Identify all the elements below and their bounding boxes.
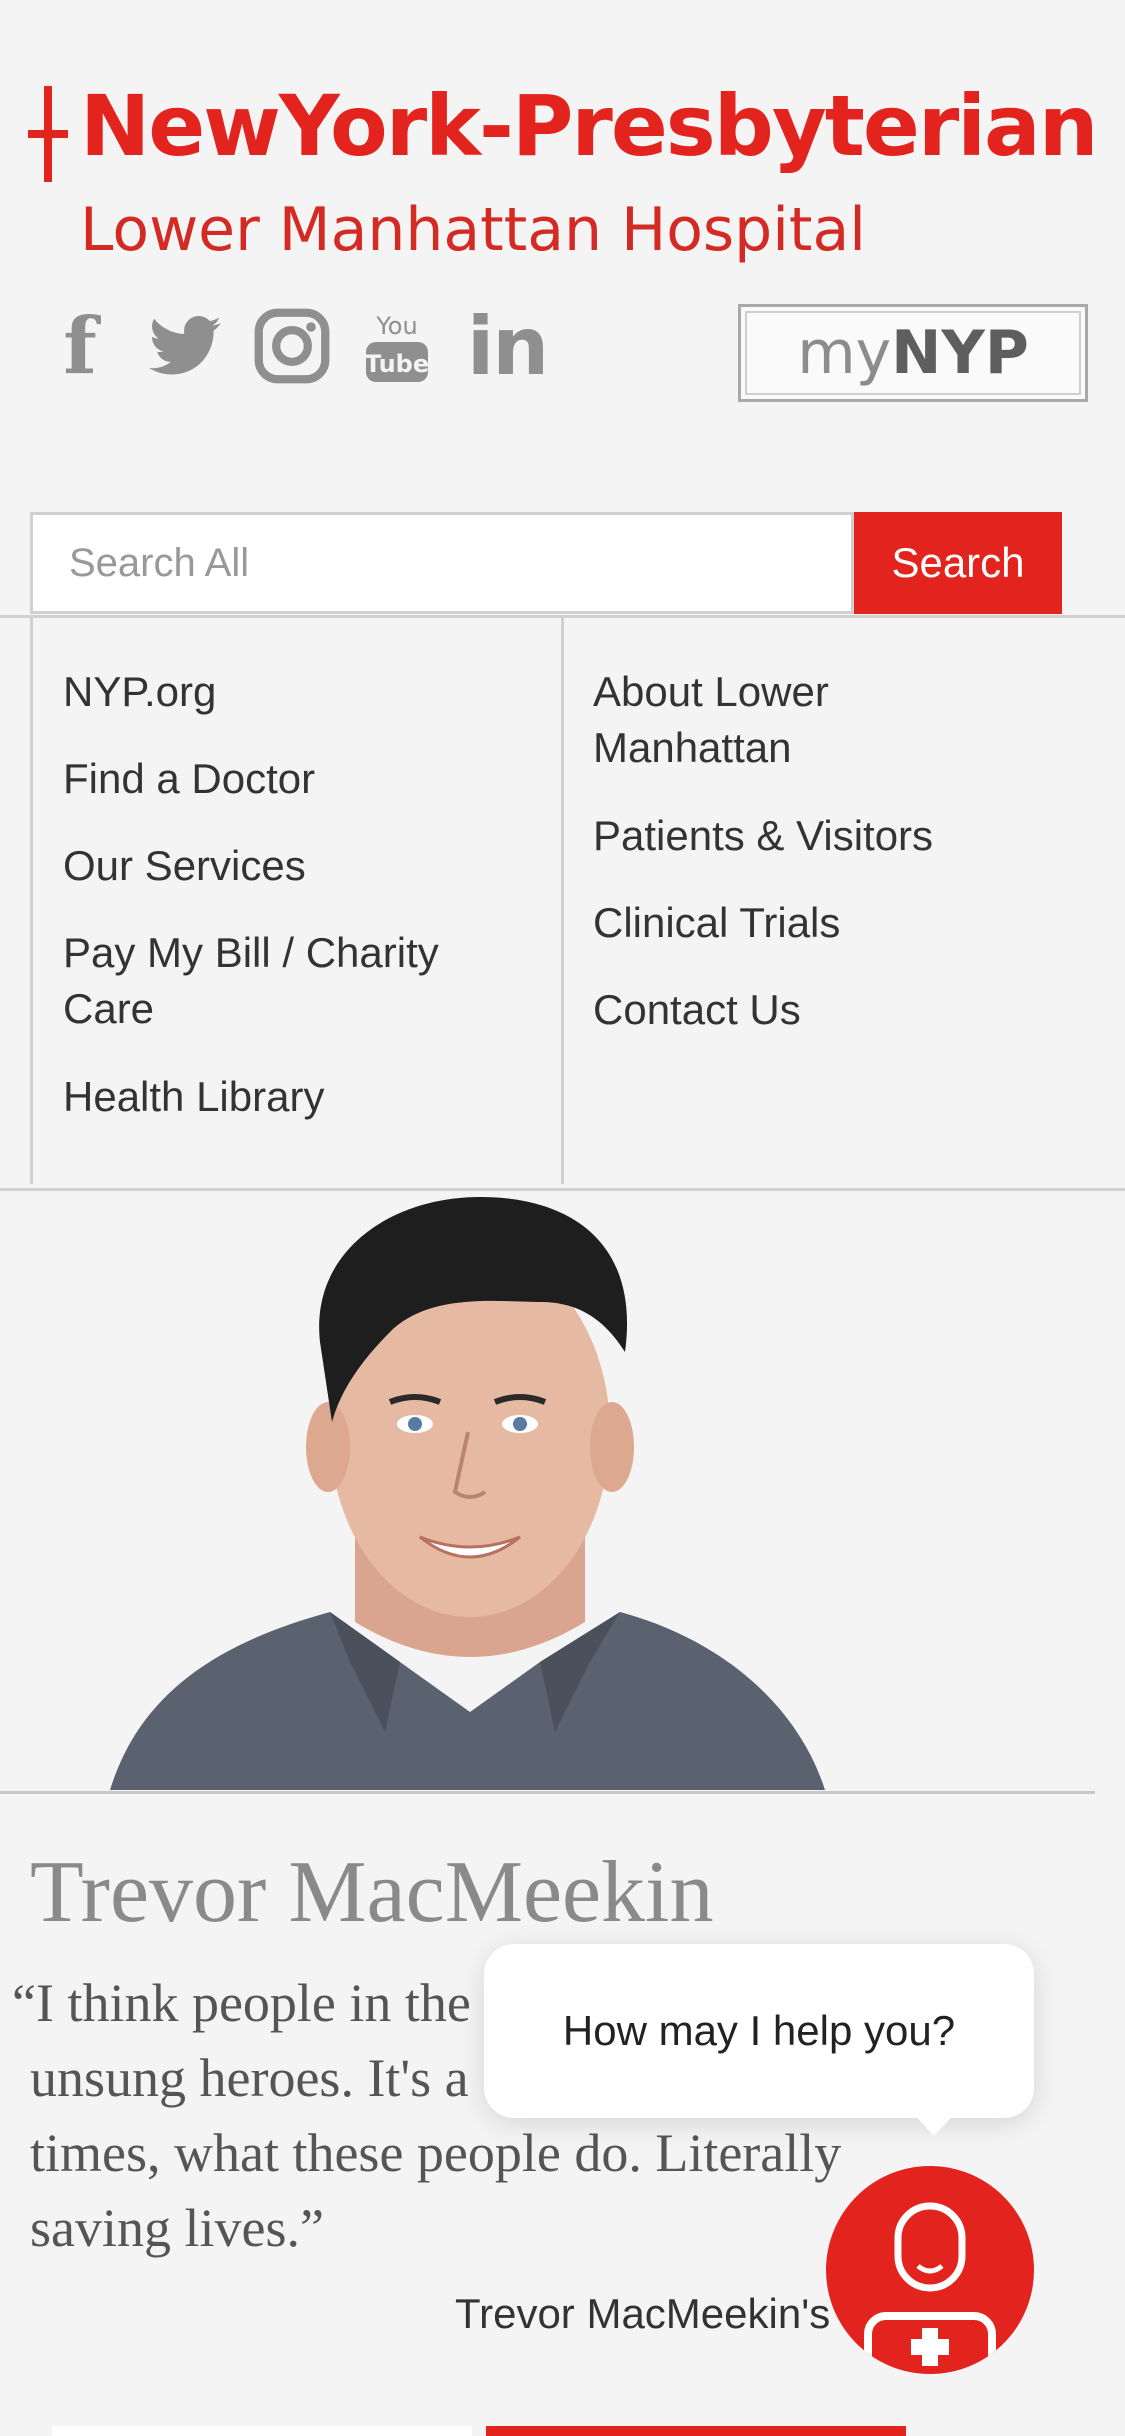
logo-title[interactable]: NewYork-Presbyterian: [80, 84, 1099, 168]
profile-photo: [100, 1192, 830, 1790]
nav-link-label: Manhattan: [593, 724, 792, 771]
search-button[interactable]: Search: [854, 512, 1062, 614]
chat-prompt-text: How may I help you?: [562, 2007, 956, 2054]
mynyp-nyp-text: NYP: [891, 318, 1029, 388]
nav-link-contact-us[interactable]: Contact Us: [593, 982, 801, 1038]
search-input[interactable]: [30, 512, 854, 614]
chat-assistant-button[interactable]: [826, 2166, 1034, 2374]
svg-text:Tube: Tube: [366, 350, 428, 378]
nav-link-nyp-org[interactable]: NYP.org: [63, 664, 216, 720]
story-caption[interactable]: Trevor MacMeekin's: [455, 2290, 830, 2338]
quote-line: saving lives.”: [30, 2198, 324, 2258]
nav-left-border: [30, 618, 33, 1184]
linkedin-icon[interactable]: in: [462, 300, 552, 393]
profile-divider: [0, 1791, 1095, 1794]
mynyp-my-text: my: [797, 318, 892, 388]
nav-link-label: Care: [63, 985, 155, 1032]
nav-link-clinical-trials[interactable]: Clinical Trials: [593, 895, 840, 951]
logo-subtitle[interactable]: Lower Manhattan Hospital: [80, 200, 866, 260]
chat-prompt-bubble[interactable]: How may I help you?: [484, 1944, 1034, 2118]
youtube-icon[interactable]: You Tube: [362, 300, 432, 392]
nav-link-pay-my-bill[interactable]: Pay My Bill / Charity Care: [63, 925, 439, 1037]
quote-line: times, what these people do. Literally: [30, 2123, 842, 2183]
nav-link-about-lower-manhattan[interactable]: About Lower Manhattan: [593, 664, 829, 776]
svg-text:You: You: [375, 312, 417, 340]
bottom-secondary-button[interactable]: [52, 2426, 472, 2436]
nav-column-divider: [561, 618, 564, 1184]
nav-link-health-library[interactable]: Health Library: [63, 1069, 324, 1125]
nav-link-label: About Lower: [593, 668, 829, 715]
bottom-primary-button[interactable]: [486, 2426, 906, 2436]
nav-link-patients-visitors[interactable]: Patients & Visitors: [593, 808, 933, 864]
nav-link-label: Pay My Bill / Charity: [63, 929, 439, 976]
twitter-icon[interactable]: [145, 300, 225, 392]
facebook-icon[interactable]: f: [50, 300, 110, 392]
instagram-icon[interactable]: [250, 300, 334, 392]
nav-link-find-a-doctor[interactable]: Find a Doctor: [63, 751, 315, 807]
person-name: Trevor MacMeekin: [30, 1844, 714, 1941]
nav-bottom-divider: [0, 1188, 1125, 1191]
mynyp-button[interactable]: my NYP: [738, 304, 1088, 402]
chat-bubble-tail: [910, 2110, 958, 2136]
logo-mark-icon: [28, 86, 68, 182]
nav-link-our-services[interactable]: Our Services: [63, 838, 306, 894]
nurse-avatar-icon: [864, 2202, 996, 2374]
